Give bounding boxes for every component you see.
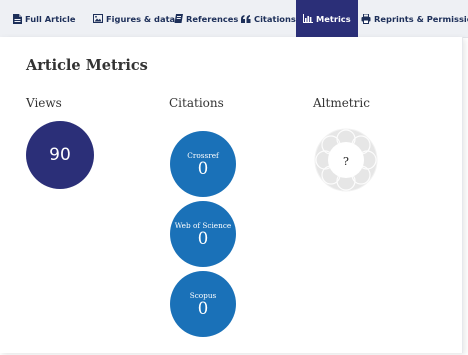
views-heading: Views	[26, 96, 62, 110]
tab-label: Figures & data	[106, 13, 176, 24]
altmetric-score: ?	[332, 147, 360, 175]
tab-citations[interactable]: Citations	[241, 0, 296, 37]
altmetric-heading: Altmetric	[313, 96, 370, 110]
bar-chart-icon	[303, 14, 313, 24]
document-icon	[12, 13, 22, 24]
tab-label: References	[186, 13, 239, 24]
image-icon	[93, 14, 103, 24]
views-count: 90	[49, 145, 71, 165]
views-count-badge[interactable]: 90	[26, 121, 94, 189]
tab-label: Metrics	[316, 13, 351, 24]
web-of-science-citation-badge[interactable]: Web of Science 0	[170, 201, 236, 267]
article-tab-bar: Full Article Figures & data References C…	[0, 0, 468, 43]
quote-icon	[241, 14, 251, 24]
tab-label: Citations	[254, 13, 296, 24]
tab-full-article[interactable]: Full Article	[12, 0, 75, 37]
tab-label: Reprints & Permissions	[374, 13, 468, 24]
tab-label: Full Article	[25, 13, 76, 24]
tab-reprints-permissions[interactable]: Reprints & Permissions	[361, 0, 468, 37]
book-icon	[173, 13, 183, 24]
citations-heading: Citations	[169, 96, 224, 110]
tab-metrics[interactable]: Metrics	[296, 0, 358, 43]
page-title: Article Metrics	[26, 57, 148, 74]
citation-count: 0	[197, 298, 209, 318]
citation-count: 0	[197, 158, 209, 178]
tab-references[interactable]: References	[173, 0, 238, 37]
crossref-citation-badge[interactable]: Crossref 0	[170, 131, 236, 197]
tab-figures-data[interactable]: Figures & data	[93, 0, 175, 37]
scopus-citation-badge[interactable]: Scopus 0	[170, 271, 236, 337]
citation-count: 0	[197, 228, 209, 248]
printer-icon	[361, 13, 371, 24]
